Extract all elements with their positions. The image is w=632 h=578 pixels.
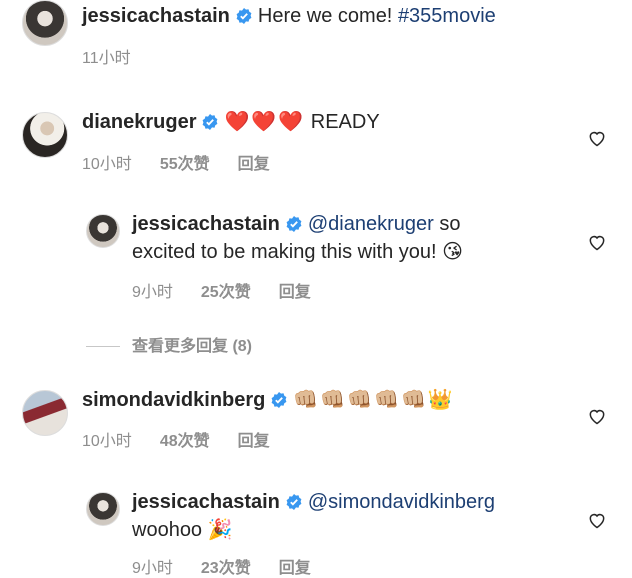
view-more-replies[interactable]: 查看更多回复 (8) <box>86 332 252 356</box>
username[interactable]: jessicachastain <box>82 5 230 27</box>
username[interactable]: jessicachastain <box>132 491 280 513</box>
like-count[interactable]: 55次赞 <box>160 156 210 173</box>
avatar[interactable] <box>86 214 120 248</box>
avatar[interactable] <box>22 112 68 158</box>
kiss-emoji: 😘 <box>442 241 466 263</box>
username[interactable]: jessicachastain <box>132 213 280 235</box>
view-more-label[interactable]: 查看更多回复 (8) <box>132 338 252 355</box>
like-count[interactable]: 23次赞 <box>201 560 251 577</box>
comment-text: so <box>433 213 461 235</box>
like-heart-icon[interactable] <box>587 406 607 426</box>
verified-badge-icon <box>286 216 302 232</box>
verified-badge-icon <box>203 114 218 130</box>
comment-text: woohoo <box>132 519 208 541</box>
avatar[interactable] <box>22 390 68 436</box>
mention-link[interactable]: @dianekruger <box>308 213 434 235</box>
party-popper-emoji: 🎉 <box>207 519 235 541</box>
comment-time: 9小时 <box>132 560 173 577</box>
reply-button[interactable]: 回复 <box>279 560 311 577</box>
username[interactable]: simondavidkinberg <box>82 389 265 411</box>
like-heart-icon[interactable] <box>587 232 607 252</box>
verified-badge-icon <box>286 494 302 510</box>
post-time: 11小时 <box>82 50 131 67</box>
hearts-emoji: ❤️❤️❤️ <box>224 111 306 133</box>
like-heart-icon[interactable] <box>587 510 607 530</box>
hashtag-link[interactable]: #355movie <box>398 5 496 27</box>
like-count[interactable]: 25次赞 <box>201 284 251 301</box>
comment-text: READY <box>305 111 380 133</box>
comment-time: 9小时 <box>132 284 173 301</box>
like-heart-icon[interactable] <box>587 128 607 148</box>
comment-time: 10小时 <box>82 433 132 450</box>
verified-badge-icon <box>236 8 252 24</box>
mention-link[interactable]: @simondavidkinberg <box>308 491 495 513</box>
fist-bump-crown-emoji: 👊🏼👊🏼👊🏼👊🏼👊🏼👑 <box>293 389 455 411</box>
reply-button[interactable]: 回复 <box>279 284 311 301</box>
like-count[interactable]: 48次赞 <box>160 433 210 450</box>
verified-badge-icon <box>271 392 287 408</box>
reply-button[interactable]: 回复 <box>238 156 270 173</box>
username[interactable]: dianekruger <box>82 111 196 133</box>
comment-time: 10小时 <box>82 156 132 173</box>
divider <box>86 346 120 348</box>
caption-text: Here we come! <box>257 5 398 27</box>
comment-text: excited to be making this with you! <box>132 241 443 263</box>
reply-button[interactable]: 回复 <box>238 433 270 450</box>
avatar[interactable] <box>86 492 120 526</box>
avatar[interactable] <box>22 0 68 46</box>
